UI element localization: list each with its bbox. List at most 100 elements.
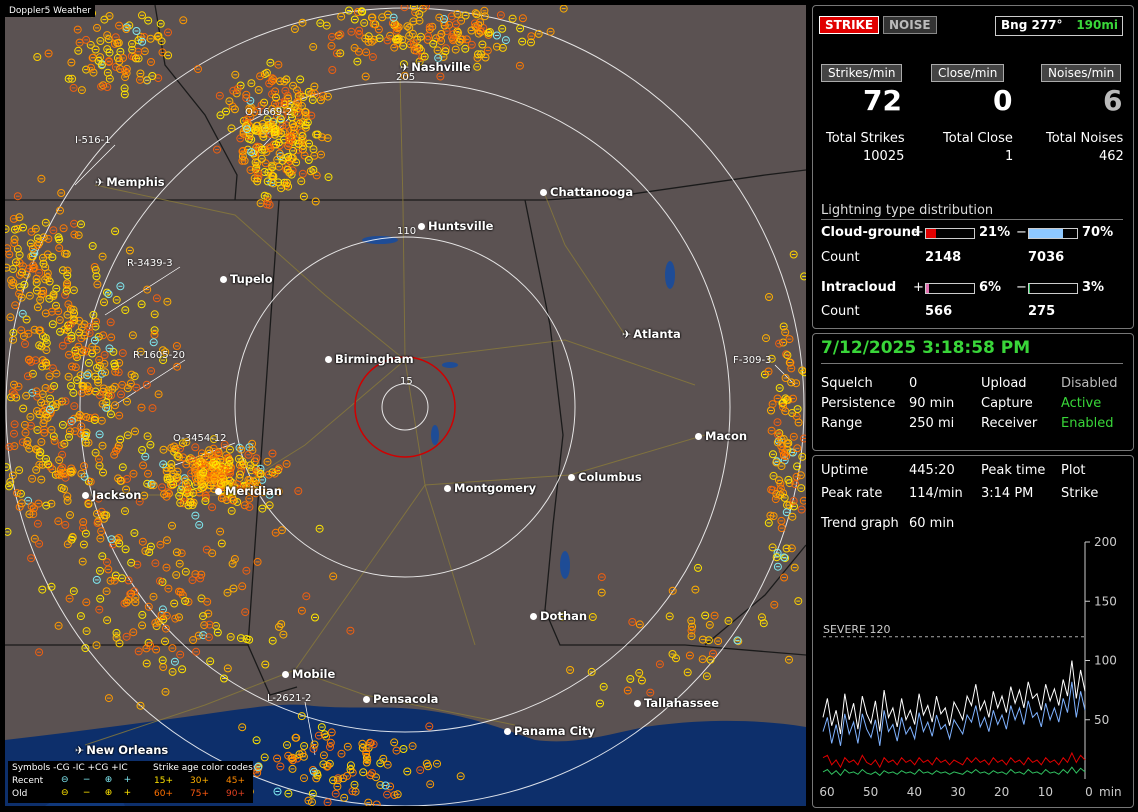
- city-dot-icon: [504, 728, 511, 735]
- y-tick-label: 150: [1094, 594, 1117, 608]
- ic-count-label: Count: [821, 304, 860, 319]
- city-name: Columbus: [578, 470, 642, 484]
- ic-neg-bar: [1028, 283, 1078, 294]
- map-title: Doppler5 Weather: [5, 5, 96, 17]
- city-name: Tallahassee: [644, 696, 720, 710]
- peak-time-value: 3:14 PM: [981, 486, 1034, 501]
- city-huntsville: Huntsville: [418, 219, 493, 233]
- city-name: Jackson: [92, 488, 142, 502]
- x-unit-label: min: [1099, 785, 1122, 799]
- city-name: Memphis: [106, 175, 165, 189]
- city-panama-city: Panama City: [504, 724, 595, 738]
- legend-age-60: 60+: [154, 789, 173, 799]
- legend-old-symbols: ⊖ − ⊕ +: [61, 788, 132, 798]
- road-label: 205: [396, 72, 416, 83]
- legend-age-75: 75+: [190, 789, 209, 799]
- cell-label: R-3439-3: [127, 258, 173, 269]
- ic-pos-pct: 6%: [979, 280, 1002, 295]
- cg-count-label: Count: [821, 250, 860, 265]
- city-dot-icon: [540, 189, 547, 196]
- state-border: [704, 544, 806, 646]
- legend-age-15: 15+: [154, 776, 173, 786]
- city-name: Chattanooga: [550, 185, 634, 199]
- strike-indicator[interactable]: STRIKE: [819, 16, 880, 34]
- x-tick-label: 60: [819, 785, 834, 799]
- lake: [431, 425, 439, 445]
- trend-graph: 20015010050SEVERE 12060 50 40 30 20 10 0 min: [819, 535, 1122, 799]
- city-chattanooga: Chattanooga: [540, 185, 633, 199]
- distribution-title: Lightning type distribution: [821, 203, 994, 218]
- road-label: 15: [400, 376, 413, 387]
- cg-neg-count: 7036: [1028, 250, 1065, 265]
- squelch-value: 0: [909, 376, 918, 391]
- city-name: New Orleans: [86, 743, 169, 757]
- cg-neg-pct: 70%: [1082, 225, 1114, 240]
- close-per-min: 0: [993, 84, 1013, 117]
- squelch-label: Squelch: [821, 376, 873, 391]
- ic-label: Intracloud: [821, 280, 897, 295]
- lake: [665, 261, 675, 289]
- symbol-legend: Symbols -CG -IC +CG +IC Strike age color…: [8, 761, 253, 803]
- trend-value: 60 min: [909, 516, 955, 531]
- peak-rate-label: Peak rate: [821, 486, 883, 501]
- x-tick-label: 50: [863, 785, 878, 799]
- cell-label: F-309-3: [733, 355, 772, 366]
- noise-indicator[interactable]: NOISE: [883, 16, 937, 34]
- city-dot-icon: [418, 223, 425, 230]
- state-border: [154, 5, 238, 201]
- city-memphis: ✈ Memphis: [95, 175, 165, 189]
- city-dot-icon: [325, 356, 332, 363]
- airport-icon: ✈: [75, 744, 85, 757]
- city-dothan: Dothan: [530, 609, 587, 623]
- city-name: Macon: [705, 429, 748, 443]
- strikes-per-min: 72: [863, 84, 902, 117]
- uptime-value: 445:20: [909, 463, 955, 478]
- plot-value: Strike: [1061, 486, 1099, 501]
- total-close: 1: [1005, 149, 1014, 164]
- cell-label: O-3454-12: [173, 433, 227, 444]
- noises-per-min: 6: [1103, 84, 1123, 117]
- ic-neg-count: 275: [1028, 304, 1056, 319]
- city-jackson: Jackson: [82, 488, 141, 502]
- total-strikes: 10025: [863, 149, 905, 164]
- cg-neg-bar: [1028, 228, 1078, 239]
- range-ring: [234, 236, 576, 578]
- close-ring: [354, 356, 456, 458]
- trend-label: Trend graph: [821, 516, 899, 531]
- city-dot-icon: [444, 485, 451, 492]
- x-tick-label: 30: [950, 785, 965, 799]
- city-name: Huntsville: [428, 219, 494, 233]
- cg-minus: −: [1016, 225, 1027, 240]
- range-label: Range: [821, 416, 863, 431]
- city-tupelo: Tupelo: [220, 272, 273, 286]
- total-noises-label: Total Noises: [1046, 131, 1124, 146]
- city-dot-icon: [82, 492, 89, 499]
- city-name: Montgomery: [454, 481, 537, 495]
- legend-recent: Recent: [12, 776, 44, 786]
- upload-label: Upload: [981, 376, 1027, 391]
- uptime-label: Uptime: [821, 463, 869, 478]
- city-montgomery: Montgomery: [444, 481, 536, 495]
- city-pensacola: Pensacola: [363, 692, 438, 706]
- city-name: Nashville: [411, 60, 471, 74]
- persistence-label: Persistence: [821, 396, 896, 411]
- city-tallahassee: Tallahassee: [634, 696, 719, 710]
- datetime: 7/12/2025 3:18:58 PM: [821, 338, 1031, 358]
- city-meridian: Meridian: [215, 484, 282, 498]
- cell-label: I-516-1: [75, 135, 111, 146]
- city-name: Birmingham: [335, 352, 414, 366]
- city-macon: Macon: [695, 429, 747, 443]
- distance-value: 190mi: [1076, 18, 1118, 32]
- close-per-min-label: Close/min: [931, 64, 1005, 82]
- cell-label: O-1669-2: [245, 107, 293, 118]
- peak-time-label: Peak time: [981, 463, 1046, 478]
- airport-icon: ✈: [95, 176, 105, 189]
- lake: [442, 362, 458, 368]
- city-dot-icon: [363, 696, 370, 703]
- lightning-map[interactable]: Doppler5 Weather ✈ Nashville ✈ Memphis Chatt…: [5, 5, 806, 806]
- trend-panel: Uptime 445:20 Peak time Plot Peak rate 1…: [812, 455, 1134, 808]
- plot-label: Plot: [1061, 463, 1086, 478]
- legend-symbols: Symbols -CG -IC +CG +IC: [12, 763, 128, 773]
- x-tick-label: 0: [1085, 785, 1093, 799]
- cell-label: L-2621-2: [267, 693, 312, 704]
